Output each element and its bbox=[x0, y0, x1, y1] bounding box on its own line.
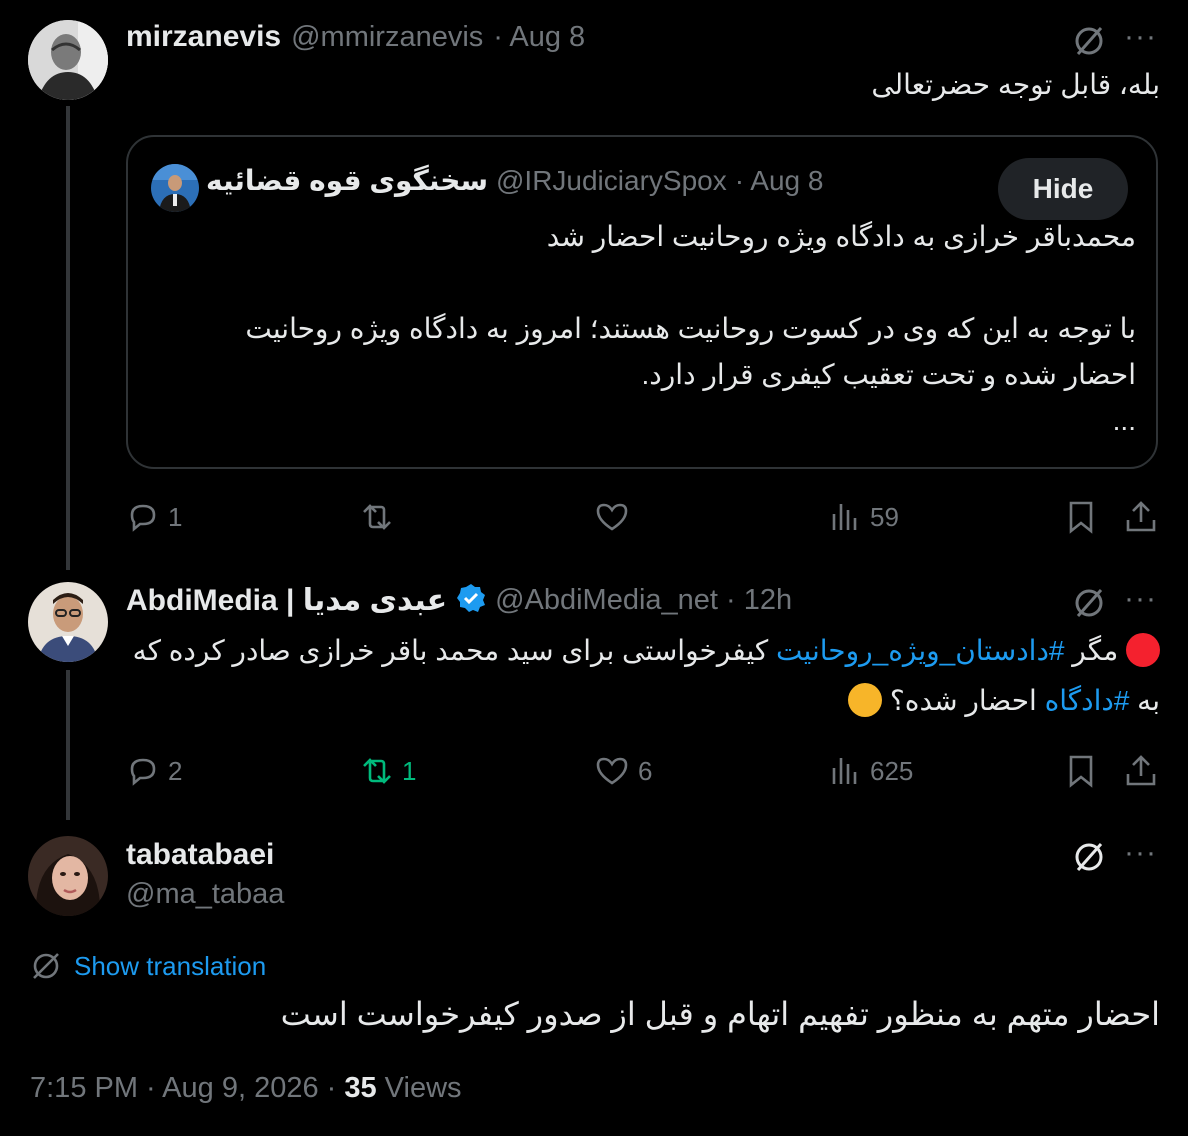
quote-display-name[interactable]: سخنگوی قوه قضائیه bbox=[206, 164, 488, 197]
thread-line bbox=[66, 106, 70, 570]
handle[interactable]: @AbdiMedia_net bbox=[495, 584, 718, 617]
red-circle-emoji bbox=[1126, 633, 1160, 667]
post-text-segment: به bbox=[1129, 685, 1160, 716]
display-name[interactable]: AbdiMedia | عبدی مدیا bbox=[126, 583, 447, 618]
show-translation-link[interactable]: Show translation bbox=[30, 950, 266, 982]
like-button[interactable] bbox=[594, 500, 630, 534]
views-count: 625 bbox=[870, 755, 914, 786]
grok-slash-icon[interactable] bbox=[1072, 586, 1106, 625]
share-button[interactable] bbox=[1124, 500, 1158, 534]
quote-line: احضار شده و تحت تعقیب کیفری قرار دارد. bbox=[641, 359, 1136, 390]
post-text: بله، قابل توجه حضرتعالی bbox=[871, 69, 1160, 100]
thread-line bbox=[66, 670, 70, 820]
post-time[interactable]: · Aug 8 bbox=[493, 21, 585, 54]
post-header: mirzanevis @mmirzanevis · Aug 8 bbox=[126, 20, 585, 54]
bookmark-icon bbox=[1069, 501, 1093, 534]
views-label: Views bbox=[376, 1072, 462, 1104]
repost-button[interactable] bbox=[358, 500, 396, 534]
quote-line: محمدباقر خرازی به دادگاه ویژه روحانیت اح… bbox=[546, 221, 1136, 252]
views-icon bbox=[832, 504, 857, 530]
timestamp-text[interactable]: 7:15 PM · Aug 9, 2026 · bbox=[30, 1072, 344, 1104]
translate-icon bbox=[33, 953, 59, 979]
show-translation-label[interactable]: Show translation bbox=[74, 951, 266, 982]
post-text-segment: مگر bbox=[1064, 635, 1119, 666]
post-text-segment: احضار شده؟ bbox=[889, 685, 1045, 716]
reply-count: 1 bbox=[168, 501, 183, 532]
bookmark-icon bbox=[1069, 755, 1093, 788]
display-name[interactable]: tabatabaei bbox=[126, 838, 274, 872]
reply-icon bbox=[130, 504, 156, 532]
handle[interactable]: @mmirzanevis bbox=[291, 21, 483, 54]
like-icon bbox=[596, 757, 628, 785]
quote-line: با توجه به این که وی در کسوت روحانیت هست… bbox=[245, 313, 1136, 344]
hide-button[interactable]: Hide bbox=[998, 158, 1128, 220]
handle[interactable]: @ma_tabaa bbox=[126, 878, 284, 911]
views-count: 35 bbox=[344, 1072, 377, 1104]
share-button[interactable] bbox=[1124, 754, 1158, 788]
more-dots-icon[interactable]: ··· bbox=[1124, 20, 1157, 54]
like-button[interactable]: 6 bbox=[594, 754, 652, 788]
post-text-line: مگر #دادستان_ویژه_روحانیت کیفرخواستی برا… bbox=[120, 628, 1160, 674]
quote-header: سخنگوی قوه قضائیه @IRJudiciarySpox · Aug… bbox=[206, 164, 823, 197]
quote-time[interactable]: · Aug 8 bbox=[735, 165, 824, 197]
reply-button[interactable]: 1 bbox=[126, 500, 182, 534]
hashtag-link[interactable]: #دادستان_ویژه_روحانیت bbox=[776, 635, 1065, 666]
post-timestamp: 7:15 PM · Aug 9, 2026 · 35 Views bbox=[30, 1072, 462, 1105]
repost-icon bbox=[363, 758, 391, 784]
post-text-segment: کیفرخواستی برای سید محمد باقر خرازی صادر… bbox=[132, 635, 777, 666]
avatar[interactable] bbox=[28, 582, 108, 662]
views-button[interactable]: 625 bbox=[830, 754, 913, 788]
quote-line: ... bbox=[1112, 405, 1136, 436]
views-button[interactable]: 59 bbox=[830, 500, 899, 534]
like-icon bbox=[596, 503, 628, 531]
reply-icon bbox=[130, 758, 156, 786]
like-count: 6 bbox=[638, 755, 653, 786]
repost-button[interactable]: 1 bbox=[358, 754, 416, 788]
verified-badge-icon bbox=[455, 582, 487, 619]
bookmark-button[interactable] bbox=[1066, 754, 1096, 788]
more-dots-icon[interactable]: ··· bbox=[1124, 836, 1157, 870]
grok-slash-icon[interactable] bbox=[1072, 840, 1106, 879]
reply-count: 2 bbox=[168, 755, 183, 786]
post-header: AbdiMedia | عبدی مدیا @AbdiMedia_net · 1… bbox=[126, 582, 792, 619]
more-dots-icon[interactable]: ··· bbox=[1124, 582, 1157, 616]
grok-slash-icon[interactable] bbox=[1072, 24, 1106, 63]
post-time[interactable]: · 12h bbox=[726, 584, 792, 617]
share-icon bbox=[1126, 755, 1156, 786]
hashtag-link[interactable]: #دادگاه bbox=[1045, 685, 1130, 716]
views-count: 59 bbox=[870, 501, 899, 532]
reply-button[interactable]: 2 bbox=[126, 754, 182, 788]
shocked-face-emoji bbox=[848, 683, 883, 717]
bookmark-button[interactable] bbox=[1066, 500, 1096, 534]
quote-avatar[interactable] bbox=[151, 164, 199, 212]
avatar[interactable] bbox=[28, 836, 108, 916]
post-text-line: به #دادگاه احضار شده؟ bbox=[120, 678, 1160, 724]
repost-icon bbox=[363, 504, 391, 530]
post-text: احضار متهم به منظور تفهیم اتهام و قبل از… bbox=[280, 996, 1160, 1032]
share-icon bbox=[1126, 501, 1156, 532]
quote-handle[interactable]: @IRJudiciarySpox bbox=[496, 165, 727, 197]
repost-count: 1 bbox=[402, 755, 417, 786]
avatar[interactable] bbox=[28, 20, 108, 100]
views-icon bbox=[832, 758, 857, 784]
display-name[interactable]: mirzanevis bbox=[126, 20, 281, 54]
